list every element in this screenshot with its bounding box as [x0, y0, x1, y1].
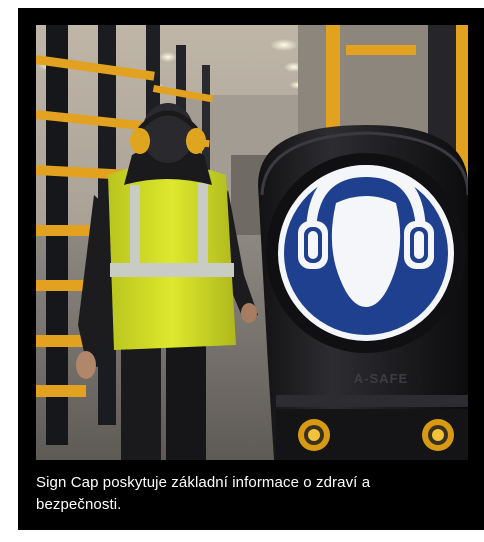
figure-caption: Sign Cap poskytuje základní informace o … [36, 474, 371, 513]
figure-card: A-SAFE Sign Cap poskytuje základní infor… [18, 8, 484, 530]
sign-cap-post: A-SAFE [258, 125, 468, 460]
post-brand-text: A-SAFE [354, 371, 408, 386]
warehouse-photo: A-SAFE [36, 25, 468, 460]
